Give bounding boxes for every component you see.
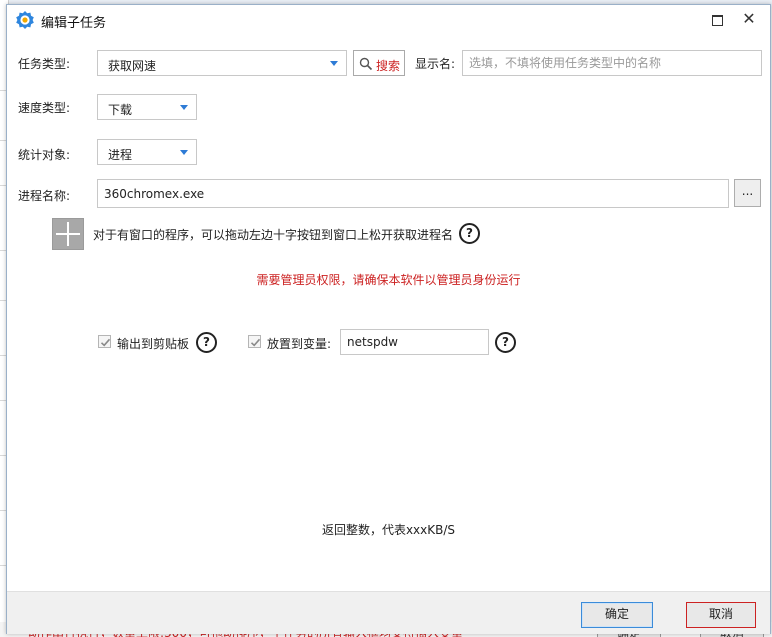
task-type-value: 获取网速: [108, 59, 157, 73]
return-value-note: 返回整数，代表xxxKB/S: [321, 523, 456, 537]
browse-process-button[interactable]: ...: [734, 179, 761, 207]
close-icon[interactable]: ✕: [741, 10, 757, 28]
clipboard-checkbox[interactable]: [98, 335, 111, 348]
speed-type-value: 下载: [108, 103, 133, 117]
cancel-button[interactable]: 取消: [686, 602, 756, 628]
search-icon: [359, 57, 373, 71]
crosshair-drag-icon[interactable]: [52, 218, 84, 250]
stat-target-select[interactable]: 进程: [97, 139, 197, 165]
drag-hint-help-icon[interactable]: ?: [459, 223, 480, 244]
stat-target-value: 进程: [108, 148, 133, 162]
chevron-down-icon: [180, 105, 188, 110]
variable-help-icon[interactable]: ?: [495, 332, 516, 353]
dialog-title: 编辑子任务: [41, 16, 107, 31]
speed-type-label: 速度类型:: [18, 101, 71, 115]
chevron-down-icon: [330, 61, 338, 66]
task-type-label: 任务类型:: [18, 57, 71, 71]
variable-label: 放置到变量:: [267, 337, 332, 351]
speed-type-select[interactable]: 下载: [97, 94, 197, 120]
stat-target-label: 统计对象:: [18, 148, 71, 162]
check-icon: [100, 338, 111, 347]
dialog-titlebar[interactable]: 编辑子任务 ✕: [7, 5, 770, 35]
check-icon: [250, 338, 261, 347]
dialog-footer: 确定 取消: [7, 591, 770, 634]
display-name-input[interactable]: [462, 50, 762, 76]
maximize-icon[interactable]: [711, 13, 725, 27]
admin-warning: 需要管理员权限，请确保本软件以管理员身份运行: [256, 273, 521, 287]
process-name-label: 进程名称:: [18, 189, 71, 203]
clipboard-help-icon[interactable]: ?: [196, 332, 217, 353]
ok-button[interactable]: 确定: [581, 602, 653, 628]
variable-checkbox[interactable]: [248, 335, 261, 348]
search-button-label: 搜索: [376, 59, 401, 73]
display-name-label: 显示名:: [415, 57, 456, 71]
chevron-down-icon: [180, 150, 188, 155]
process-name-input[interactable]: [97, 179, 729, 208]
variable-name-input[interactable]: [340, 329, 489, 355]
task-type-select[interactable]: 获取网速: [97, 50, 347, 76]
drag-hint-text: 对于有窗口的程序，可以拖动左边十字按钮到窗口上松开获取进程名: [93, 228, 454, 242]
edit-subtask-dialog: 编辑子任务 ✕ 任务类型: 获取网速 搜索 显示名: 速度类型: 下载 统计对象…: [6, 4, 771, 634]
search-button[interactable]: 搜索: [353, 50, 405, 76]
clipboard-label: 输出到剪贴板: [117, 337, 190, 351]
gear-icon: [16, 11, 34, 29]
